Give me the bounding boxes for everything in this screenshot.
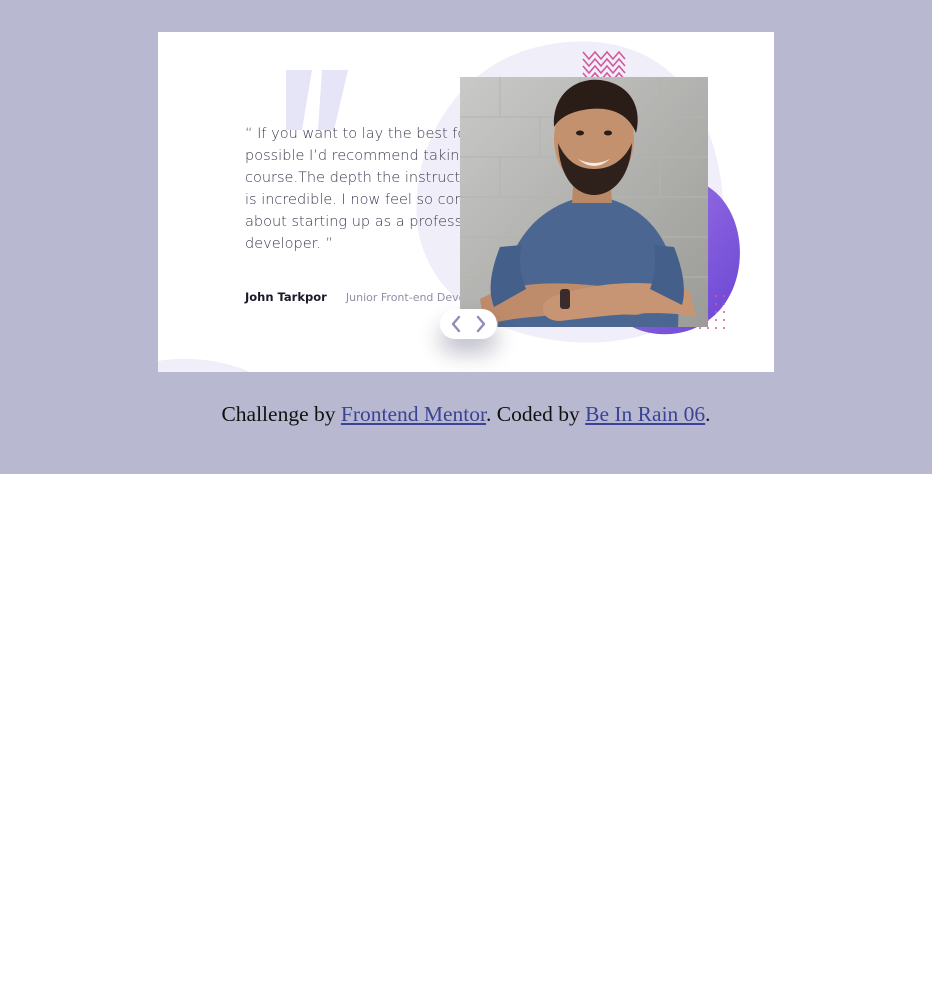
attribution-suffix: .	[705, 402, 711, 426]
zigzag-pattern-decoration	[582, 50, 626, 80]
attribution-footer: Challenge by Frontend Mentor. Coded by B…	[0, 402, 932, 427]
next-button[interactable]	[471, 313, 491, 335]
chevron-right-icon	[476, 315, 485, 333]
testimonial-card: “ If you want to lay the best foundation…	[158, 32, 774, 372]
decorative-corner-blob	[158, 358, 249, 372]
author-info: John Tarkpor Junior Front-end Developer	[245, 286, 493, 305]
frontend-mentor-link[interactable]: Frontend Mentor	[341, 402, 486, 426]
chevron-left-icon	[452, 315, 461, 333]
carousel-navigation	[440, 309, 497, 339]
author-photo	[460, 77, 708, 327]
attribution-prefix: Challenge by	[221, 402, 341, 426]
previous-button[interactable]	[446, 313, 466, 335]
author-name: John Tarkpor	[245, 290, 327, 304]
attribution-middle: . Coded by	[486, 402, 586, 426]
author-profile-link[interactable]: Be In Rain 06	[585, 402, 705, 426]
